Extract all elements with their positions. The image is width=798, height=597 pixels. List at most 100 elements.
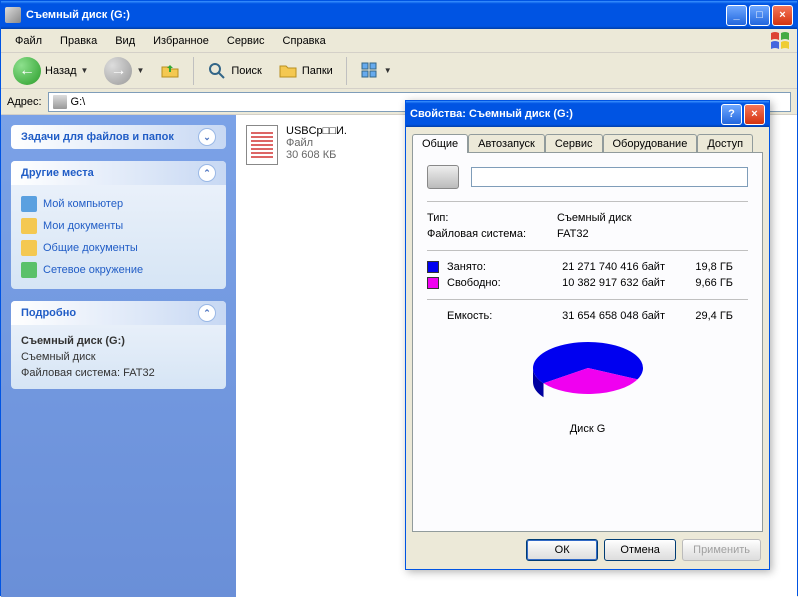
tab-sharing[interactable]: Доступ <box>697 134 753 153</box>
file-type: Файл <box>286 137 347 149</box>
menu-view[interactable]: Вид <box>107 32 143 50</box>
forward-button[interactable]: → ▼ <box>98 55 150 87</box>
back-button[interactable]: ← Назад ▼ <box>7 55 94 87</box>
tab-tools[interactable]: Сервис <box>545 134 603 153</box>
back-label: Назад <box>45 65 77 77</box>
menu-favorites[interactable]: Избранное <box>145 32 217 50</box>
place-icon <box>21 218 37 234</box>
tab-general[interactable]: Общие <box>412 134 468 153</box>
collapse-icon: ⌃ <box>198 164 216 182</box>
sidebar-place-link[interactable]: Сетевое окружение <box>21 259 216 281</box>
free-swatch <box>427 277 439 289</box>
sidebar: Задачи для файлов и папок ⌄ Другие места… <box>1 115 236 597</box>
place-label: Мой компьютер <box>43 198 123 210</box>
place-icon <box>21 262 37 278</box>
used-swatch <box>427 261 439 273</box>
chevron-down-icon: ▼ <box>136 66 144 75</box>
minimize-button[interactable]: _ <box>726 5 747 26</box>
help-button[interactable]: ? <box>721 104 742 125</box>
file-name: USBCр□□И. <box>286 125 347 137</box>
sidebar-place-link[interactable]: Общие документы <box>21 237 216 259</box>
menubar: Файл Правка Вид Избранное Сервис Справка <box>1 29 797 53</box>
properties-dialog: Свойства: Съемный диск (G:) ? × Общие Ав… <box>405 100 770 570</box>
used-bytes: 21 271 740 416 байт <box>525 261 665 273</box>
views-button[interactable]: ▼ <box>354 59 398 83</box>
used-gb: 19,8 ГБ <box>673 261 733 273</box>
address-label: Адрес: <box>7 96 42 108</box>
capacity-bytes: 31 654 658 048 байт <box>525 310 665 322</box>
places-title: Другие места <box>21 167 94 179</box>
places-panel-header[interactable]: Другие места ⌃ <box>11 161 226 185</box>
type-value: Съемный диск <box>557 212 632 224</box>
titlebar[interactable]: Съемный диск (G:) _ □ × <box>1 1 797 29</box>
usage-pie-chart: Диск G <box>427 334 748 435</box>
place-label: Общие документы <box>43 242 138 254</box>
folders-button[interactable]: Папки <box>272 59 339 83</box>
chevron-down-icon: ▼ <box>384 66 392 75</box>
props-titlebar[interactable]: Свойства: Съемный диск (G:) ? × <box>406 101 769 127</box>
tab-content-general: Тип: Съемный диск Файловая система: FAT3… <box>412 152 763 532</box>
places-panel: Другие места ⌃ Мой компьютер Мои документ… <box>11 161 226 289</box>
tasks-panel: Задачи для файлов и папок ⌄ <box>11 125 226 149</box>
details-name: Съемный диск (G:) <box>21 335 125 347</box>
separator <box>193 57 194 85</box>
menu-edit[interactable]: Правка <box>52 32 105 50</box>
used-label: Занято: <box>447 261 517 273</box>
free-bytes: 10 382 917 632 байт <box>525 277 665 289</box>
drive-icon <box>53 95 67 109</box>
details-panel-header[interactable]: Подробно ⌃ <box>11 301 226 325</box>
volume-label-input[interactable] <box>471 167 748 187</box>
folders-label: Папки <box>302 65 333 77</box>
menu-help[interactable]: Справка <box>275 32 334 50</box>
menu-tools[interactable]: Сервис <box>219 32 273 50</box>
maximize-button[interactable]: □ <box>749 5 770 26</box>
separator <box>346 57 347 85</box>
tab-autorun[interactable]: Автозапуск <box>468 134 545 153</box>
place-icon <box>21 196 37 212</box>
divider <box>427 201 748 202</box>
details-type: Съемный диск <box>21 349 216 365</box>
sidebar-place-link[interactable]: Мой компьютер <box>21 193 216 215</box>
up-button[interactable] <box>154 59 186 83</box>
place-label: Сетевое окружение <box>43 264 143 276</box>
apply-button[interactable]: Применить <box>682 539 761 561</box>
file-icon <box>246 125 278 165</box>
sidebar-place-link[interactable]: Мои документы <box>21 215 216 237</box>
disk-label: Диск G <box>427 423 748 435</box>
search-icon <box>207 61 227 81</box>
place-label: Мои документы <box>43 220 123 232</box>
type-label: Тип: <box>427 212 557 224</box>
folders-icon <box>278 61 298 81</box>
divider <box>427 299 748 300</box>
file-size: 30 608 КБ <box>286 149 347 161</box>
capacity-gb: 29,4 ГБ <box>673 310 733 322</box>
back-icon: ← <box>13 57 41 85</box>
chevron-down-icon: ▼ <box>81 66 89 75</box>
views-icon <box>360 61 380 81</box>
menu-file[interactable]: Файл <box>7 32 50 50</box>
props-close-button[interactable]: × <box>744 104 765 125</box>
capacity-label: Емкость: <box>447 310 517 322</box>
address-value: G:\ <box>71 96 86 108</box>
drive-icon <box>5 7 21 23</box>
tab-hardware[interactable]: Оборудование <box>603 134 698 153</box>
forward-icon: → <box>104 57 132 85</box>
tasks-panel-header[interactable]: Задачи для файлов и папок ⌄ <box>11 125 226 149</box>
free-gb: 9,66 ГБ <box>673 277 733 289</box>
tasks-title: Задачи для файлов и папок <box>21 131 174 143</box>
search-button[interactable]: Поиск <box>201 59 267 83</box>
cancel-button[interactable]: Отмена <box>604 539 676 561</box>
place-icon <box>21 240 37 256</box>
free-label: Свободно: <box>447 277 517 289</box>
ok-button[interactable]: ОК <box>526 539 598 561</box>
close-button[interactable]: × <box>772 5 793 26</box>
search-label: Поиск <box>231 65 261 77</box>
details-title: Подробно <box>21 307 76 319</box>
fs-label: Файловая система: <box>427 228 557 240</box>
details-panel: Подробно ⌃ Съемный диск (G:) Съемный дис… <box>11 301 226 389</box>
folder-up-icon <box>160 61 180 81</box>
divider <box>427 250 748 251</box>
collapse-icon: ⌃ <box>198 304 216 322</box>
toolbar: ← Назад ▼ → ▼ Поиск Папки ▼ <box>1 53 797 89</box>
tab-strip: Общие Автозапуск Сервис Оборудование Дос… <box>406 127 769 152</box>
